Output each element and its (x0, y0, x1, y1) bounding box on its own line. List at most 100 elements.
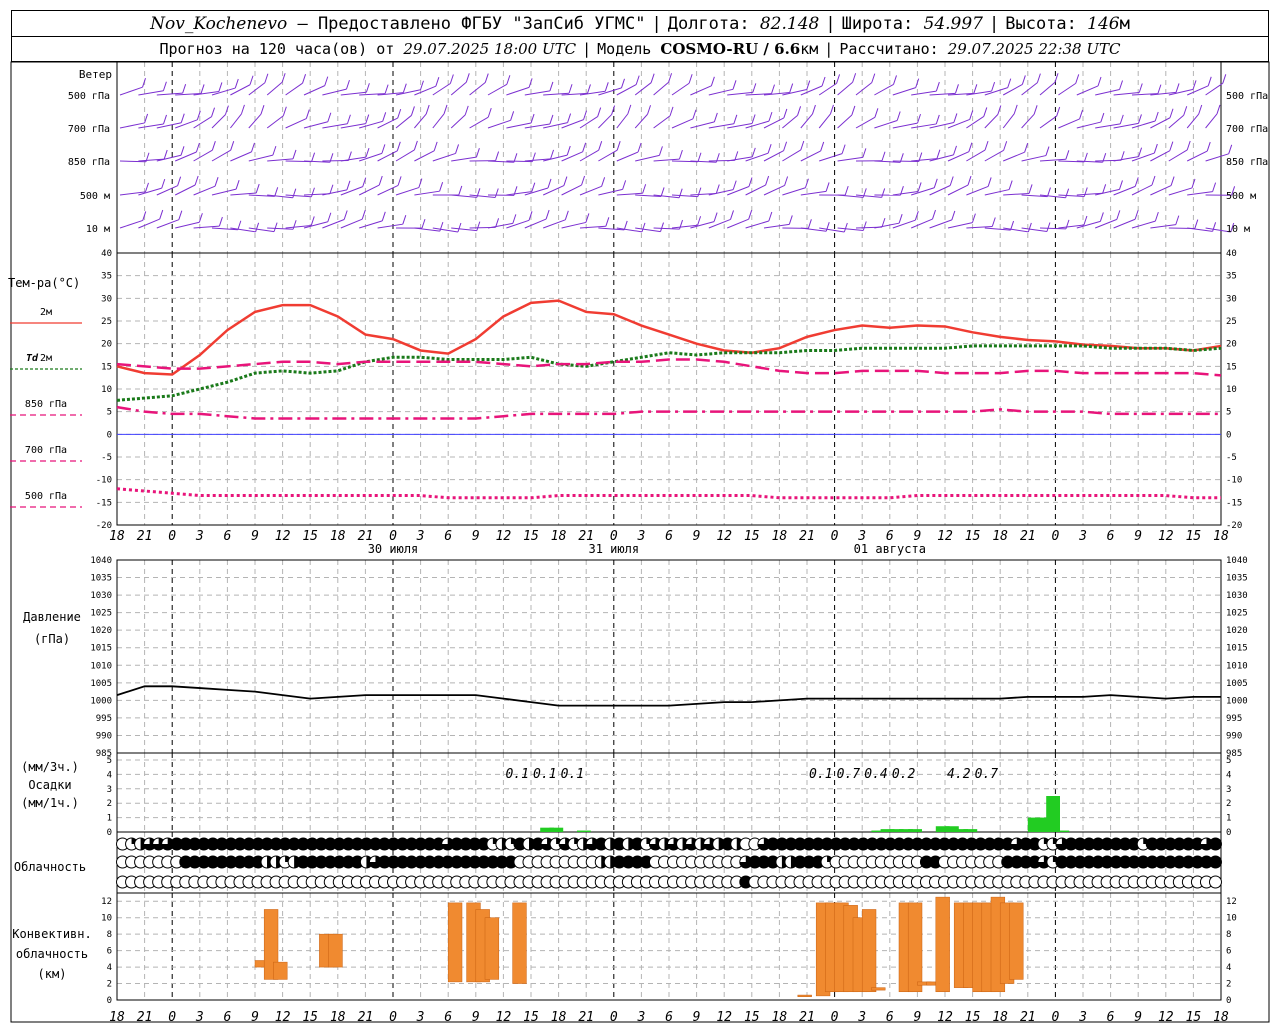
wind-barb (855, 82, 873, 96)
wind-barb-flag (381, 144, 386, 154)
wind-barb-flag (1175, 83, 1180, 93)
wind-barb (1150, 185, 1172, 196)
wind-barb-flag (748, 210, 753, 220)
precip-tick-left: 2 (107, 799, 112, 809)
wind-barb-flag (549, 114, 554, 125)
wind-barb-flag (783, 108, 788, 119)
press-tick-left: 1025 (90, 609, 112, 619)
wind-barb-flag (1008, 180, 1013, 190)
press-tick-right: 990 (1226, 731, 1242, 741)
wind-barb-flag (435, 77, 440, 87)
wind-level-left: 500 гПа (68, 91, 110, 102)
time-tick: 15 (302, 529, 318, 544)
conv-bar (447, 902, 463, 983)
wind-barb-flag (811, 104, 816, 115)
legend-td: Td (26, 353, 39, 364)
wind-barb-flag (274, 187, 279, 197)
wind-barb-flag (1222, 74, 1227, 84)
wind-barb-flag (457, 222, 462, 233)
wind-barb-flag (161, 178, 166, 189)
time-tick: 12 (496, 1010, 512, 1024)
wind-barb-flag (597, 107, 602, 117)
press-tick-right: 1035 (1226, 574, 1248, 584)
time-tick: 18 (330, 1010, 346, 1024)
wind-barb (763, 223, 790, 229)
wind-barb-flag (1138, 147, 1143, 157)
wind-barb (855, 116, 876, 129)
conv-tick-right: 2 (1226, 980, 1231, 990)
wind-barb-flag (788, 215, 793, 225)
wind-barb (929, 185, 951, 196)
press-tick-left: 1010 (90, 661, 112, 671)
wind-barb-flag (968, 142, 973, 152)
temp-tick-left: -10 (96, 476, 112, 486)
wind-barb-flag (1021, 75, 1026, 85)
wind-barb (1003, 151, 1025, 162)
convective-bars (254, 896, 1024, 997)
wind-barb-flag (1194, 219, 1199, 229)
temp-tick-left: -15 (96, 498, 112, 508)
time-tick: 6 (223, 529, 231, 544)
time-tick: 12 (496, 529, 512, 544)
time-tick: 21 (1020, 1010, 1036, 1024)
wind-barb-flag (396, 141, 401, 151)
wind-barb-flag (751, 114, 756, 124)
time-tick: 21 (578, 1010, 594, 1024)
wind-barb-flag (162, 81, 167, 91)
wind-barb (156, 219, 180, 229)
wind-barb-flag (402, 83, 407, 93)
wind-barb-flag (194, 175, 199, 186)
time-tick: 9 (472, 1010, 480, 1024)
wind-barb-flag (282, 106, 287, 116)
temp-tick-right: 15 (1226, 362, 1237, 372)
wind-barb (561, 184, 582, 196)
wind-level-right: 10 м (1226, 224, 1250, 235)
time-tick: 12 (275, 529, 291, 544)
wind-barb-flag (439, 182, 444, 192)
conv-tick-right: 0 (1226, 996, 1231, 1006)
press-tick-right: 1000 (1226, 696, 1248, 706)
wind-barb (892, 87, 916, 96)
wind-barb-flag (240, 104, 245, 115)
time-tick: 15 (1186, 529, 1202, 544)
wind-barb (947, 151, 970, 162)
wind-barb-flag (506, 75, 511, 85)
wind-barb-flag (402, 215, 407, 225)
wind-barb (248, 82, 266, 96)
wind-barb (340, 218, 363, 229)
wind-barb (1150, 150, 1171, 162)
time-tick: 3 (1078, 1010, 1087, 1024)
time-tick: 9 (1134, 529, 1142, 544)
wind-barb (450, 81, 467, 96)
wind-barb (819, 153, 843, 162)
wind-barb (1095, 89, 1120, 96)
temp-tick-left: 5 (107, 408, 112, 418)
time-tick: 3 (195, 529, 204, 544)
wind-barb-flag (1056, 106, 1061, 117)
precip-bar (577, 830, 591, 832)
time-tick: 12 (716, 1010, 732, 1024)
wind-barb-flag (936, 149, 941, 159)
wind-barb-flag (973, 84, 978, 94)
wind-barb-flag (660, 187, 665, 197)
precip-tick-right: 0 (1226, 828, 1231, 838)
wind-barb-flag (224, 105, 229, 115)
time-tick: 3 (857, 1010, 866, 1024)
wind-barb-flag (871, 73, 876, 83)
wind-barb-flag (1116, 210, 1121, 220)
wind-barb-flag (949, 176, 954, 186)
wind-barb-flag (713, 212, 718, 222)
wind-barb-flag (510, 111, 515, 121)
wind-barb-flag (531, 182, 536, 192)
wind-barb-flag (1099, 212, 1104, 222)
wind-barb (947, 118, 970, 129)
wind-barb (1076, 121, 1101, 129)
wind-barb-flag (732, 80, 737, 90)
wind-barb-flag (443, 104, 448, 115)
wind-barb-flag (1216, 104, 1221, 115)
wind-barb-flag (797, 106, 802, 116)
time-tick: 12 (937, 1010, 953, 1024)
conv-tick-right: 12 (1226, 897, 1237, 907)
wind-barb-flag (1003, 141, 1008, 151)
wind-barb-flag (605, 217, 610, 227)
